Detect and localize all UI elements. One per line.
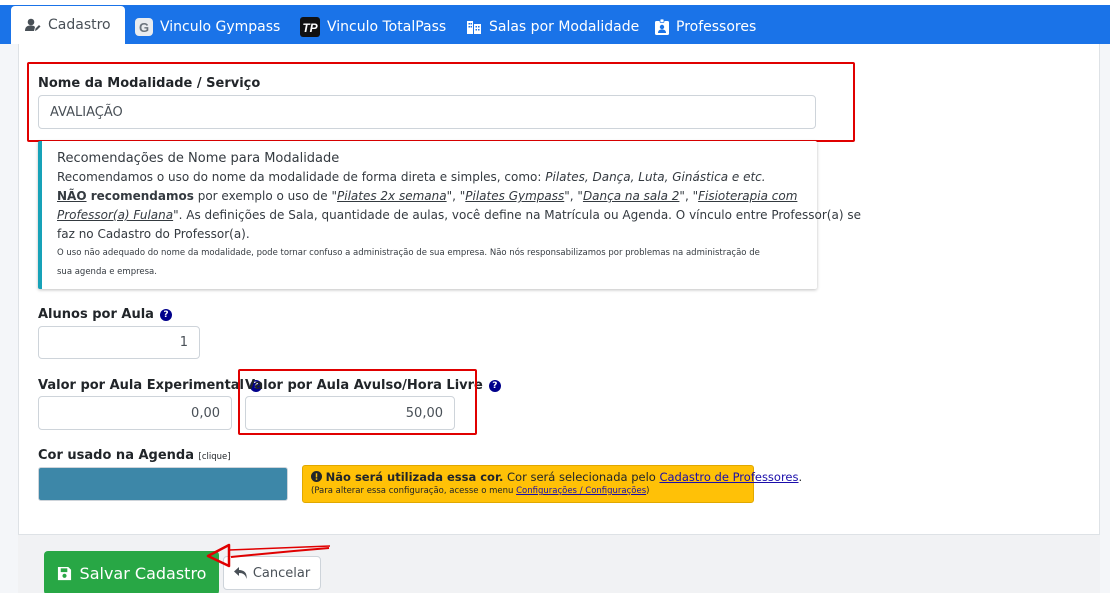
alunos-label-text: Alunos por Aula: [38, 307, 154, 322]
save-button[interactable]: Salvar Cadastro: [44, 551, 219, 593]
warning-text: Cor será selecionada pelo: [503, 470, 660, 484]
warning-line-1: Não será utilizada essa cor. Cor será se…: [311, 470, 802, 484]
recommendation-line-2: NÃO recomendamos por exemplo o uso de "P…: [57, 189, 797, 203]
tab-cadastro[interactable]: Cadastro: [11, 6, 125, 44]
alunos-value: 1: [179, 335, 188, 350]
help-icon[interactable]: ?: [159, 309, 172, 321]
id-badge-icon: [655, 18, 669, 35]
warning-line-2: (Para alterar essa configuração, acesse …: [311, 486, 745, 496]
totalpass-logo-icon: TP: [300, 16, 320, 37]
recommendation-line-1: Recomendamos o uso do nome da modalidade…: [57, 170, 766, 184]
recommendation-text: ". As definições de Sala, quantidade de …: [173, 208, 861, 222]
configuracoes-link[interactable]: Configurações / Configurações: [516, 486, 646, 496]
tab-label: Professores: [676, 18, 757, 35]
warning-bold: Não será utilizada essa cor.: [325, 470, 504, 484]
svg-text:TP: TP: [302, 21, 318, 35]
warning-small-end: ): [646, 486, 650, 496]
highlight-box-nome: [27, 62, 855, 142]
recommendation-title: Recomendações de Nome para Modalidade: [57, 151, 340, 166]
tab-label: Vinculo TotalPass: [327, 18, 447, 35]
tab-professores[interactable]: Professores: [655, 9, 756, 44]
cor-label-text: Cor usado na Agenda: [38, 448, 195, 463]
separator: ", ": [564, 189, 583, 203]
example-4: Fisioterapia com: [698, 189, 798, 203]
cadastro-professores-link[interactable]: Cadastro de Professores: [659, 470, 798, 484]
user-edit-icon: [25, 18, 41, 31]
tab-label: Cadastro: [48, 17, 111, 33]
building-icon: [467, 20, 481, 34]
exclamation-circle-icon: [311, 471, 322, 482]
tab-label: Vinculo Gympass: [160, 18, 281, 35]
undo-arrow-icon: [233, 566, 247, 579]
example-1: Pilates 2x semana: [337, 189, 447, 203]
cancel-button[interactable]: Cancelar: [223, 556, 321, 590]
color-picker-swatch[interactable]: [38, 467, 288, 501]
recommendation-callout: Recomendações de Nome para Modalidade Re…: [38, 141, 861, 289]
valor-exp-value: 0,00: [191, 405, 220, 421]
recommendation-line-3: Professor(a) Fulana". As definições de S…: [57, 208, 861, 222]
color-warning-alert: Não será utilizada essa cor. Cor será se…: [302, 465, 802, 503]
tab-vinculo-gympass[interactable]: G Vinculo Gympass: [135, 9, 280, 44]
tab-bar: Cadastro G Vinculo Gympass TP Vinculo To…: [0, 0, 1110, 44]
recomendamos-text: recomendamos: [86, 189, 194, 203]
recommendation-text: Recomendamos o uso do nome da modalidade…: [57, 170, 546, 184]
nao-text: NÃO: [57, 189, 87, 203]
valor-experimental-label: Valor por Aula Experimental?: [38, 378, 263, 393]
warning-end: .: [798, 470, 803, 484]
warning-small-text: (Para alterar essa configuração, acesse …: [311, 486, 517, 496]
separator: ", ": [446, 189, 466, 203]
gympass-logo-icon: G: [135, 17, 153, 36]
valor-experimental-input[interactable]: 0,00: [38, 396, 232, 430]
alunos-por-aula-input[interactable]: 1: [38, 326, 200, 359]
valor-exp-label-text: Valor por Aula Experimental: [38, 378, 245, 393]
svg-text:G: G: [139, 20, 149, 35]
help-icon[interactable]: ?: [488, 380, 501, 392]
cor-agenda-label: Cor usado na Agenda [clique]: [38, 448, 231, 463]
example-2: Pilates Gympass: [465, 189, 565, 203]
save-button-label: Salvar Cadastro: [79, 563, 207, 583]
cancel-button-label: Cancelar: [252, 565, 311, 581]
tab-label: Salas por Modalidade: [489, 18, 640, 35]
recommendation-disclaimer-2: sua agenda e empresa.: [57, 267, 157, 277]
recommendation-text: por exemplo o uso de ": [193, 189, 337, 203]
floppy-disk-icon: [57, 566, 71, 580]
separator: ", ": [679, 189, 699, 203]
tab-vinculo-totalpass[interactable]: TP Vinculo TotalPass: [300, 9, 446, 44]
tab-salas-por-modalidade[interactable]: Salas por Modalidade: [466, 9, 639, 44]
example-3: Dança na sala 2: [582, 189, 680, 203]
cor-hint: [clique]: [198, 452, 231, 462]
example-4-cont: Professor(a) Fulana: [57, 208, 174, 222]
recommendation-examples: Pilates, Dança, Luta, Ginástica e etc.: [545, 170, 766, 184]
recommendation-disclaimer-1: O uso não adequado do nome da modalidade…: [57, 248, 760, 258]
highlight-box-valor-avulso: [238, 369, 477, 435]
alunos-por-aula-label: Alunos por Aula?: [38, 307, 172, 322]
recommendation-line-4: faz no Cadastro do Professor(a).: [57, 227, 250, 241]
